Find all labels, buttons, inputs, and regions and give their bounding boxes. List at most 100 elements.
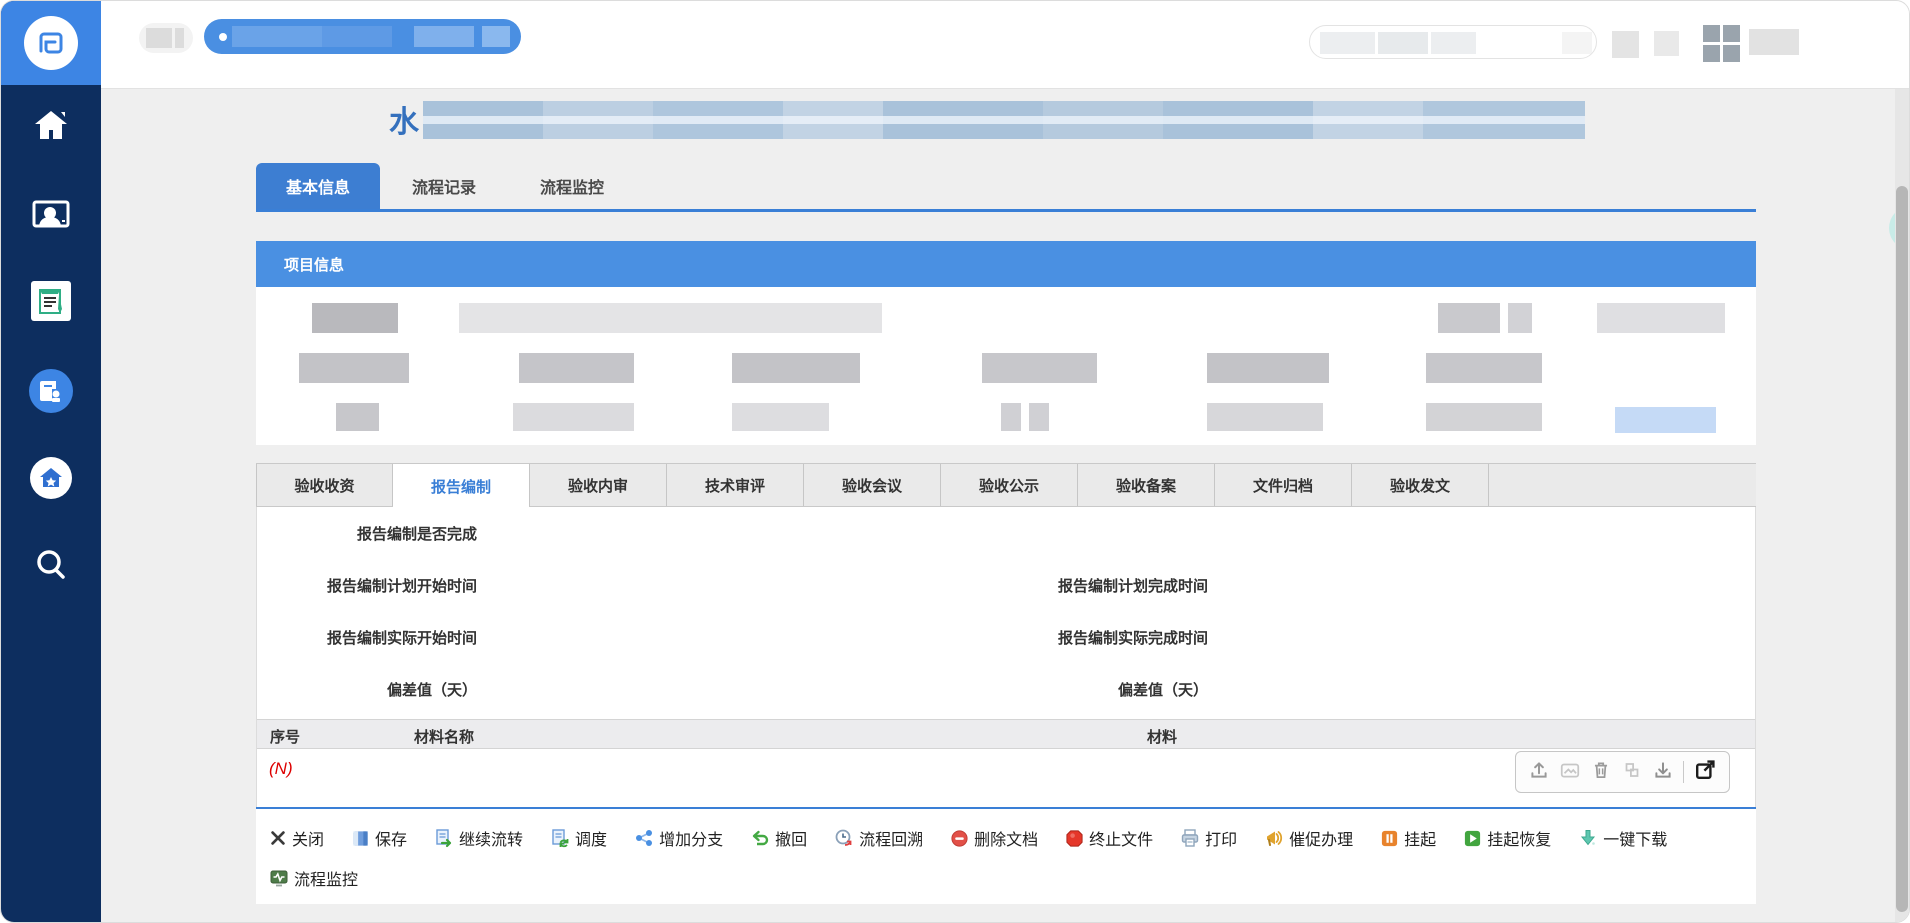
project-info-panel xyxy=(256,287,1756,445)
redacted-text xyxy=(1597,303,1725,333)
tab-label: 基本信息 xyxy=(285,180,350,197)
document-icon[interactable] xyxy=(31,281,71,321)
app-grid-icon[interactable] xyxy=(1703,25,1741,63)
stage-tab-1[interactable]: 报告编制 xyxy=(393,464,530,509)
tab-underline xyxy=(256,209,1756,212)
field-label: 报告编制实际开始时间 xyxy=(326,630,477,647)
topbar xyxy=(101,1,1909,89)
stage-tab-7[interactable]: 文件归档 xyxy=(1215,464,1352,506)
actions-row-1: 关闭 保存 继续流转 调度 增加分支 撤回 流程回溯 删除文档 终止文件 打印 … xyxy=(269,823,1667,853)
delete-doc-button[interactable]: 删除文档 xyxy=(950,826,1038,850)
close-icon xyxy=(271,831,285,845)
close-button[interactable]: 关闭 xyxy=(269,826,324,850)
continue-flow-button[interactable]: 继续流转 xyxy=(434,826,523,850)
main-tab-bar: 基本信息 流程记录 流程监控 xyxy=(256,163,636,209)
suspend-icon xyxy=(1382,830,1398,846)
dispatch-button[interactable]: 调度 xyxy=(550,826,607,850)
main-content: 水 基本信息 流程记录 流程监控 项目信息 验收收资 报告编制 验收内审 技术审… xyxy=(101,89,1909,922)
print-button[interactable]: 打印 xyxy=(1180,826,1237,850)
save-icon xyxy=(353,830,368,846)
resume-button[interactable]: 挂起恢复 xyxy=(1463,826,1551,850)
redacted-text xyxy=(513,403,634,431)
folder-image-icon[interactable] xyxy=(1559,759,1581,786)
button-label: 催促办理 xyxy=(1289,832,1354,849)
tab-process-record[interactable]: 流程记录 xyxy=(380,163,508,209)
stage-tab-3[interactable]: 技术审评 xyxy=(667,464,804,506)
terminate-file-button[interactable]: 终止文件 xyxy=(1065,826,1153,850)
column-header-name: 材料名称 xyxy=(414,729,475,746)
stage-tab-0[interactable]: 验收收资 xyxy=(256,464,393,506)
stage-tab-4[interactable]: 验收会议 xyxy=(804,464,941,506)
materials-table-header: 序号 材料名称 材料 xyxy=(257,719,1755,749)
redacted-text xyxy=(732,403,829,431)
download-all-button[interactable]: 一键下载 xyxy=(1578,826,1667,850)
scrollbar-track[interactable] xyxy=(1895,89,1909,922)
tab-label: 流程记录 xyxy=(411,180,476,197)
active-tab-dot xyxy=(219,33,227,41)
project-info-title: 项目信息 xyxy=(284,256,345,274)
home-star-icon[interactable] xyxy=(30,457,72,499)
user-monitor-icon[interactable] xyxy=(31,197,71,237)
document-title: 水 xyxy=(389,97,419,141)
field-label: 报告编制是否完成 xyxy=(356,526,477,543)
redacted-text xyxy=(519,353,634,383)
download-icon[interactable] xyxy=(1652,759,1674,786)
redacted-text xyxy=(1508,303,1532,333)
stage-tab-6[interactable]: 验收备案 xyxy=(1078,464,1215,506)
add-branch-icon xyxy=(636,830,653,846)
project-info-header: 项目信息 xyxy=(256,241,1756,287)
search-icon[interactable] xyxy=(31,545,71,585)
field-label: 偏差值（天） xyxy=(386,682,477,699)
app-window: 水 基本信息 流程记录 流程监控 项目信息 验收收资 报告编制 验收内审 技术审… xyxy=(0,0,1910,923)
topbar-button-1[interactable] xyxy=(1612,31,1639,58)
attachment-toolbar xyxy=(1515,751,1730,793)
stage-tab-label: 验收会议 xyxy=(841,477,902,495)
print-icon xyxy=(1181,829,1199,847)
redacted-link[interactable] xyxy=(1615,407,1716,433)
button-label: 流程监控 xyxy=(294,872,359,889)
process-monitor-button[interactable]: 流程监控 xyxy=(269,866,358,890)
suspend-button[interactable]: 挂起 xyxy=(1380,826,1436,850)
topbar-button-2[interactable] xyxy=(1654,31,1679,56)
tab-basic-info[interactable]: 基本信息 xyxy=(256,163,380,209)
stage-tab-5[interactable]: 验收公示 xyxy=(941,464,1078,506)
swap-icon[interactable] xyxy=(1621,759,1643,786)
topbar-tab-collapsed[interactable] xyxy=(139,23,193,53)
add-branch-button[interactable]: 增加分支 xyxy=(634,826,723,850)
topbar-user-area[interactable] xyxy=(1749,29,1799,55)
column-header-material: 材料 xyxy=(1147,729,1178,746)
topbar-active-tab[interactable] xyxy=(204,19,521,54)
open-external-icon[interactable] xyxy=(1693,758,1717,787)
stage-tab-label: 报告编制 xyxy=(430,479,491,496)
topbar-search-input[interactable] xyxy=(1309,25,1597,59)
redacted-text xyxy=(1426,353,1542,383)
stage-tab-label: 验收收资 xyxy=(294,477,355,495)
redacted-text xyxy=(482,26,510,47)
button-label: 挂起 xyxy=(1404,832,1437,849)
redacted-text xyxy=(146,28,172,48)
upload-icon[interactable] xyxy=(1528,759,1550,786)
app-logo[interactable] xyxy=(1,1,101,85)
flow-backtrack-button[interactable]: 流程回溯 xyxy=(834,826,923,850)
toolbar-divider xyxy=(1683,761,1684,783)
stage-tab-8[interactable]: 验收发文 xyxy=(1352,464,1489,506)
button-label: 保存 xyxy=(375,832,408,849)
field-label: 报告编制实际完成时间 xyxy=(1057,630,1208,647)
redacted-text xyxy=(982,353,1097,383)
withdraw-button[interactable]: 撤回 xyxy=(750,826,807,850)
home-icon[interactable] xyxy=(31,105,71,145)
redacted-text xyxy=(414,26,474,47)
scrollbar-thumb[interactable] xyxy=(1896,186,1908,912)
stage-tab-2[interactable]: 验收内审 xyxy=(530,464,667,506)
table-empty-marker: (N) xyxy=(269,759,293,778)
document-stamp-icon[interactable] xyxy=(29,369,73,413)
trash-icon[interactable] xyxy=(1590,759,1612,786)
logo-icon xyxy=(24,16,78,70)
urge-button[interactable]: 催促办理 xyxy=(1264,826,1353,850)
save-button[interactable]: 保存 xyxy=(351,826,407,850)
redacted-text xyxy=(1320,32,1375,54)
bottom-margin xyxy=(101,904,1909,922)
redacted-text xyxy=(232,26,322,47)
button-label: 调度 xyxy=(575,832,608,849)
tab-process-monitor[interactable]: 流程监控 xyxy=(508,163,636,209)
